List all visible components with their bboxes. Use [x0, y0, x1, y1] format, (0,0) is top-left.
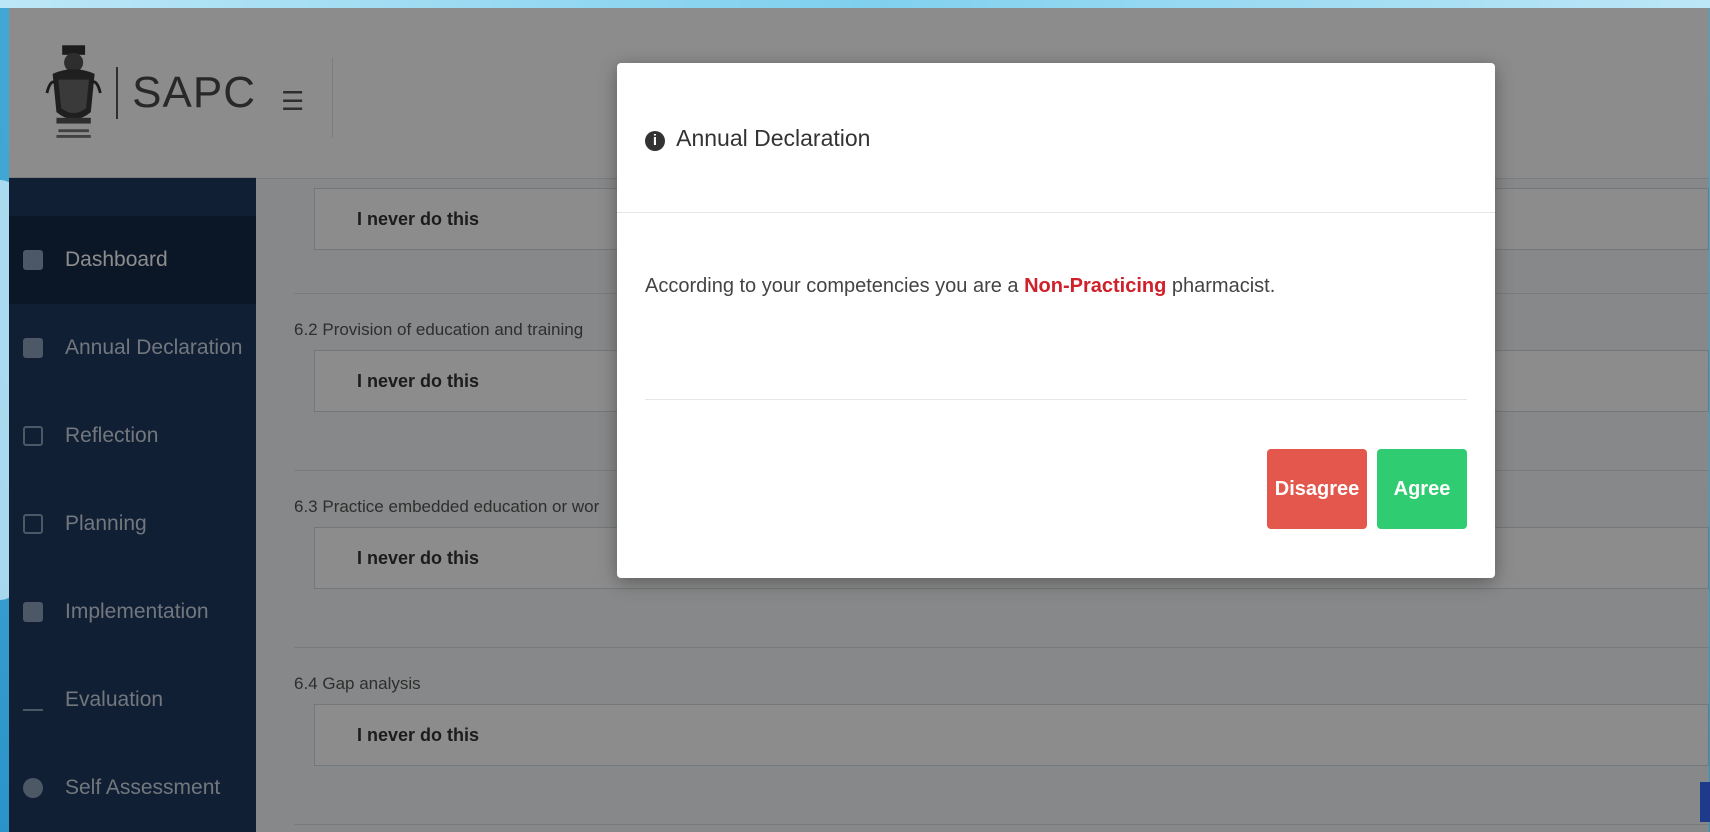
modal-message-highlight: Non-Practicing — [1024, 275, 1167, 297]
annual-declaration-modal: i Annual Declaration According to your c… — [617, 63, 1495, 578]
info-icon: i — [645, 131, 665, 151]
corner-logo-icon — [1700, 782, 1710, 822]
modal-message-suffix: pharmacist. — [1166, 275, 1276, 297]
modal-title: Annual Declaration — [676, 125, 871, 151]
modal-header: i Annual Declaration — [617, 63, 1495, 213]
modal-divider — [645, 399, 1467, 400]
agree-button[interactable]: Agree — [1377, 449, 1467, 529]
modal-message-prefix: According to your competencies you are a — [645, 275, 1025, 297]
disagree-button[interactable]: Disagree — [1267, 449, 1367, 529]
modal-body: According to your competencies you are a… — [617, 213, 1495, 298]
background-top-band — [0, 0, 1710, 8]
